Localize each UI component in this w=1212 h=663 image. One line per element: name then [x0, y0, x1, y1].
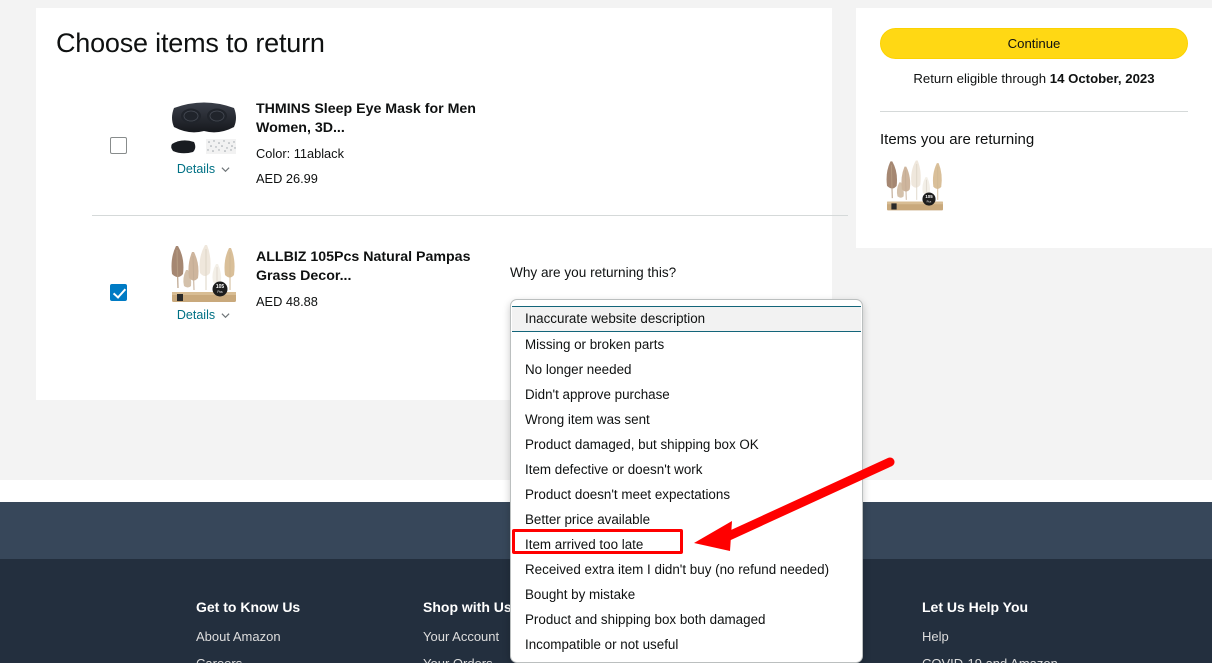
- footer-link[interactable]: About Amazon: [196, 629, 300, 644]
- footer-link[interactable]: Your Account: [423, 629, 512, 644]
- item-price: AED 26.99: [256, 171, 318, 186]
- return-reason-option[interactable]: Product and shipping box both damaged: [511, 607, 862, 632]
- footer-link[interactable]: Your Orders: [423, 656, 512, 663]
- footer-column-heading: Shop with Us: [423, 599, 512, 615]
- item-checkbox-wrapper[interactable]: [110, 284, 127, 301]
- return-reason-option[interactable]: Product doesn't meet expectations: [511, 482, 862, 507]
- return-reason-question: Why are you returning this?: [510, 265, 677, 280]
- footer-link[interactable]: Help: [922, 629, 1058, 644]
- footer-column-heading: Get to Know Us: [196, 599, 301, 615]
- sleep-eye-mask-icon: [170, 102, 236, 154]
- return-reason-option[interactable]: Wrong item was sent: [511, 407, 862, 432]
- return-reason-option[interactable]: Bought by mistake: [511, 582, 862, 607]
- item-info: THMINS Sleep Eye Mask for Men Women, 3D.…: [256, 100, 526, 188]
- return-reason-option[interactable]: Product damaged, but shipping box OK: [511, 432, 862, 457]
- item-checkbox-unchecked[interactable]: [110, 137, 127, 154]
- return-reason-dropdown-list[interactable]: Inaccurate website description Missing or…: [510, 299, 863, 663]
- item-price: AED 48.88: [256, 294, 318, 309]
- item-checkbox-wrapper[interactable]: [110, 137, 127, 154]
- footer-link[interactable]: COVID-19 and Amazon: [922, 656, 1058, 663]
- footer-column: Get to Know Us About Amazon Careers: [196, 599, 300, 663]
- return-summary-panel: Continue Return eligible through 14 Octo…: [856, 8, 1212, 248]
- item-color: Color: 11ablack: [256, 146, 344, 161]
- item-divider: [92, 215, 848, 216]
- item-details-link[interactable]: Details: [177, 162, 230, 176]
- continue-button[interactable]: Continue: [880, 28, 1188, 59]
- return-reason-option[interactable]: Item arrived too late: [511, 532, 862, 557]
- footer-column-heading: Let Us Help You: [922, 599, 1029, 615]
- eligibility-date: 14 October, 2023: [1049, 71, 1155, 86]
- return-reason-option[interactable]: Item defective or doesn't work: [511, 457, 862, 482]
- svg-text:Pcs: Pcs: [217, 290, 223, 294]
- chevron-down-icon: [221, 312, 230, 318]
- item-title: THMINS Sleep Eye Mask for Men Women, 3D.…: [256, 101, 476, 136]
- panel-divider: [880, 111, 1188, 112]
- return-reason-option[interactable]: No longer needed: [511, 357, 862, 382]
- chevron-down-icon: [221, 166, 230, 172]
- return-reason-option[interactable]: Incompatible or not useful: [511, 632, 862, 657]
- page-title: Choose items to return: [56, 28, 325, 58]
- returns-page: Choose items to return Details THMINS Sl…: [0, 0, 1212, 663]
- svg-text:Pcs: Pcs: [927, 200, 932, 204]
- return-eligibility-text: Return eligible through 14 October, 2023: [880, 71, 1188, 86]
- pampas-grass-icon: 105 Pcs: [171, 245, 236, 302]
- item-title: ALLBIZ 105Pcs Natural Pampas Grass Decor…: [256, 249, 471, 284]
- item-checkbox-checked[interactable]: [110, 284, 127, 301]
- svg-text:105: 105: [925, 194, 933, 199]
- footer-link[interactable]: Careers: [196, 656, 300, 663]
- pampas-grass-icon: 105 Pcs: [886, 160, 943, 211]
- eligibility-prefix: Return eligible through: [913, 71, 1050, 86]
- return-reason-option[interactable]: Received extra item I didn't buy (no ref…: [511, 557, 862, 582]
- return-reason-option[interactable]: Missing or broken parts: [511, 332, 862, 357]
- return-item-row: Details THMINS Sleep Eye Mask for Men Wo…: [36, 82, 832, 207]
- footer-column: Let Us Help You Help COVID-19 and Amazon: [922, 599, 1058, 663]
- item-details-link[interactable]: Details: [177, 308, 230, 322]
- footer-column: Shop with Us Your Account Your Orders: [423, 599, 512, 663]
- item-thumbnail-column: 105 Pcs Details: [161, 240, 246, 324]
- item-details-label: Details: [176, 162, 216, 176]
- item-thumbnail-column: Details: [161, 94, 246, 178]
- items-returning-title: Items you are returning: [880, 131, 1035, 148]
- return-reason-option[interactable]: Inaccurate website description: [512, 306, 861, 332]
- return-reason-option[interactable]: Better price available: [511, 507, 862, 532]
- item-details-label: Details: [176, 308, 216, 322]
- item-info: ALLBIZ 105Pcs Natural Pampas Grass Decor…: [256, 248, 526, 311]
- return-reason-option[interactable]: Didn't approve purchase: [511, 382, 862, 407]
